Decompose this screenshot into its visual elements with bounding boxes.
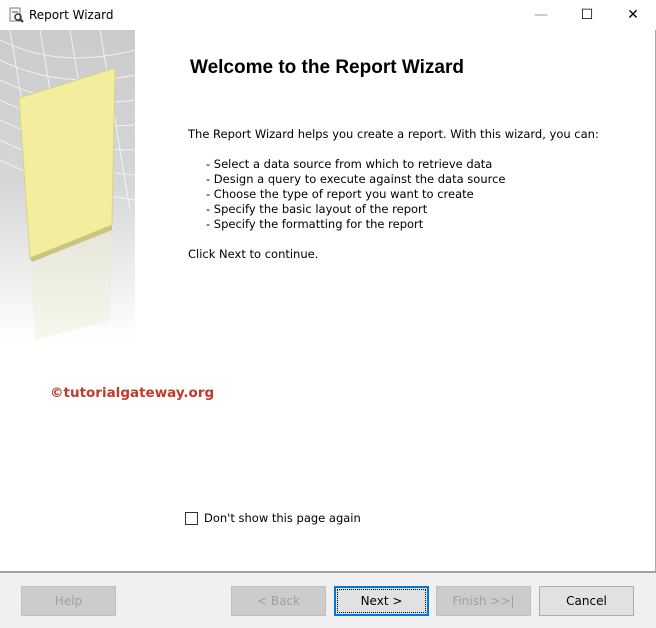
checkbox-label: Don't show this page again xyxy=(204,511,361,525)
title-bar: Report Wizard — ☐ ✕ xyxy=(0,0,656,30)
button-bar: Help < Back Next > Finish >>| Cancel xyxy=(0,571,656,628)
next-button[interactable]: Next > xyxy=(334,586,429,616)
list-item: - Choose the type of report you want to … xyxy=(206,187,474,201)
close-button[interactable]: ✕ xyxy=(610,0,656,30)
finish-button[interactable]: Finish >>| xyxy=(436,586,531,616)
report-wizard-icon xyxy=(9,7,24,23)
intro-text: The Report Wizard helps you create a rep… xyxy=(188,127,599,141)
feature-list: - Select a data source from which to ret… xyxy=(206,157,505,232)
cancel-button[interactable]: Cancel xyxy=(539,586,634,616)
checkbox-box[interactable] xyxy=(185,511,198,525)
help-button[interactable]: Help xyxy=(21,586,116,616)
maximize-button[interactable]: ☐ xyxy=(564,0,610,30)
list-item: - Specify the formatting for the report xyxy=(206,217,424,231)
list-item: - Select a data source from which to ret… xyxy=(206,157,493,171)
window-title: Report Wizard xyxy=(29,8,114,22)
continue-text: Click Next to continue. xyxy=(188,247,319,261)
book-illustration xyxy=(0,30,135,340)
wizard-side-image xyxy=(0,30,135,340)
page-title: Welcome to the Report Wizard xyxy=(190,57,464,78)
minimize-button[interactable]: — xyxy=(518,0,564,30)
back-button[interactable]: < Back xyxy=(231,586,326,616)
list-item: - Design a query to execute against the … xyxy=(206,172,506,186)
dont-show-again-checkbox[interactable]: Don't show this page again xyxy=(185,511,361,525)
watermark: ©tutorialgateway.org xyxy=(50,385,215,401)
list-item: - Specify the basic layout of the report xyxy=(206,202,428,216)
